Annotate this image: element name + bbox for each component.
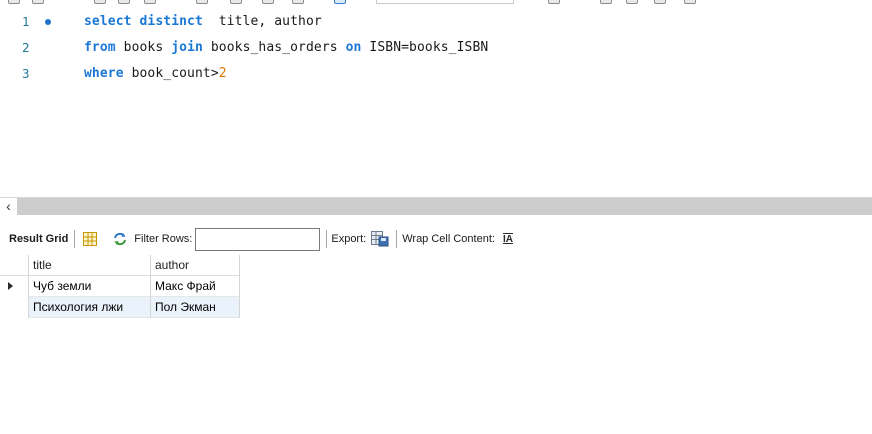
code-text[interactable]: from books join books_has_orders on ISBN… xyxy=(84,35,488,61)
toggle-icon[interactable] xyxy=(230,0,242,4)
cell-author[interactable]: Макс Фрай xyxy=(151,276,240,297)
wrap-cell-content-label: Wrap Cell Content: xyxy=(402,233,495,245)
sql-keyword: select distinct xyxy=(84,14,203,29)
toolbar-divider xyxy=(396,230,398,248)
editor-toolbar xyxy=(0,0,872,8)
execute-current-icon[interactable] xyxy=(118,0,130,4)
row-header-corner xyxy=(0,255,29,276)
result-grid-tab[interactable]: Result Grid xyxy=(9,233,68,245)
row-selector[interactable] xyxy=(0,297,29,318)
cell-title[interactable]: Чуб земли xyxy=(29,276,151,297)
scroll-left-arrow-icon[interactable]: ‹ xyxy=(0,198,17,215)
sql-identifier: book_count> xyxy=(123,66,219,81)
sql-keyword: from xyxy=(84,40,116,55)
code-text[interactable]: select distinct title, author xyxy=(84,9,322,35)
sql-identifier: title, author xyxy=(202,14,322,29)
statement-marker-icon xyxy=(45,19,51,25)
cell-title[interactable]: Психология лжи xyxy=(29,297,151,318)
editor-line[interactable]: 2 from books join books_has_orders on ISB… xyxy=(0,35,872,61)
snippet-icon[interactable] xyxy=(684,0,696,4)
cell-author[interactable]: Пол Экман xyxy=(151,297,240,318)
form-editor-icon[interactable] xyxy=(82,231,98,247)
table-row[interactable]: Психология лжи Пол Экман xyxy=(0,297,240,318)
line-number: 1 xyxy=(22,14,30,29)
wrap-lines-icon[interactable] xyxy=(654,0,666,4)
sql-keyword: where xyxy=(84,66,124,81)
sql-identifier: ISBN=books_ISBN xyxy=(361,40,489,55)
limit-select[interactable] xyxy=(376,0,514,4)
column-header-author[interactable]: author xyxy=(151,255,240,276)
result-grid[interactable]: title author Чуб земли Макс Фрай Психологи… xyxy=(0,255,240,318)
toolbar-divider xyxy=(74,230,76,248)
editor-line[interactable]: 3 where book_count>2 xyxy=(0,61,872,87)
sql-number: 2 xyxy=(218,66,227,81)
grid-header-row: title author xyxy=(0,255,240,276)
sql-identifier: books_has_orders xyxy=(202,40,346,55)
row-selector[interactable] xyxy=(0,276,29,297)
rollback-icon[interactable] xyxy=(292,0,304,4)
explain-icon[interactable] xyxy=(144,0,156,4)
refresh-icon[interactable] xyxy=(112,231,128,247)
commit-icon[interactable] xyxy=(262,0,274,4)
sql-keyword: join xyxy=(171,40,203,55)
line-number: 2 xyxy=(22,40,30,55)
filter-rows-input[interactable] xyxy=(195,227,321,251)
toolbar-icon[interactable] xyxy=(32,0,44,4)
sql-identifier: books xyxy=(115,40,172,55)
sql-editor[interactable]: 1 select distinct title, author 2 from book… xyxy=(0,9,872,197)
table-row[interactable]: Чуб земли Макс Фрай xyxy=(0,276,240,297)
find-icon[interactable] xyxy=(600,0,612,4)
editor-horizontal-scrollbar[interactable]: ‹ xyxy=(0,197,872,215)
toolbar-icon[interactable] xyxy=(8,0,20,4)
beautify-icon[interactable] xyxy=(548,0,560,4)
column-header-title[interactable]: title xyxy=(29,255,151,276)
invisible-chars-icon[interactable] xyxy=(626,0,638,4)
export-label: Export: xyxy=(331,233,367,245)
result-toolbar: Result Grid Filter Rows: Export: Wrap Ce… xyxy=(0,226,872,252)
limit-icon[interactable] xyxy=(334,0,346,4)
sql-keyword: on xyxy=(345,40,362,55)
export-icon[interactable] xyxy=(370,230,390,248)
current-row-arrow-icon xyxy=(8,282,13,290)
wrap-cell-content-icon[interactable]: IA xyxy=(502,233,513,245)
code-text[interactable]: where book_count>2 xyxy=(84,61,227,87)
editor-line[interactable]: 1 select distinct title, author xyxy=(0,9,872,35)
toolbar-divider xyxy=(326,230,328,248)
execute-icon[interactable] xyxy=(94,0,106,4)
filter-rows-label: Filter Rows: xyxy=(134,233,193,245)
line-number: 3 xyxy=(22,66,30,81)
stop-icon[interactable] xyxy=(196,0,208,4)
